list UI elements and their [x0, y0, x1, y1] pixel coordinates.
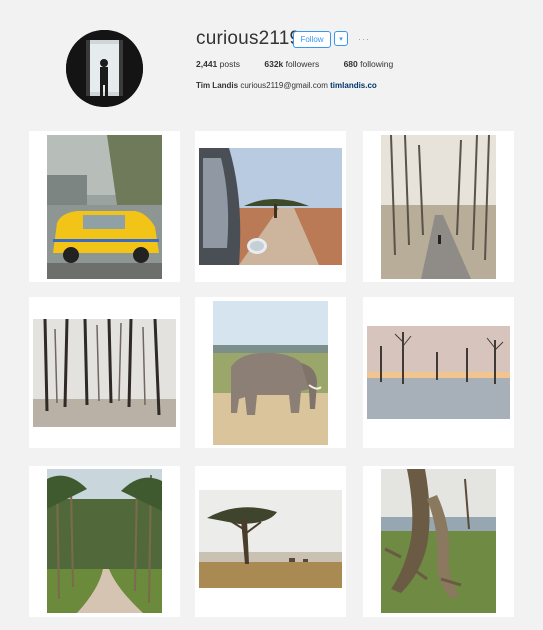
posts-label: posts — [219, 59, 240, 69]
post-photo — [47, 469, 162, 613]
post-tile-5[interactable] — [195, 297, 346, 448]
post-tile-8[interactable] — [195, 466, 346, 617]
post-tile-1[interactable] — [29, 131, 180, 282]
mirror-road-photo-icon — [199, 148, 342, 265]
profile-email: curious2119@gmail.com — [240, 81, 328, 90]
suggested-dropdown-button[interactable]: ▾ — [334, 31, 348, 46]
followers-label: followers — [285, 59, 320, 69]
walker-road-photo-icon — [381, 135, 496, 279]
follow-button[interactable]: Follow — [293, 31, 331, 48]
elephant-photo-icon — [213, 301, 328, 445]
more-options-icon[interactable]: ··· — [356, 32, 372, 46]
followers-stat[interactable]: 632k followers — [264, 59, 319, 69]
profile-bio: Tim Landis curious2119@gmail.com timland… — [196, 81, 377, 90]
followers-count: 632k — [264, 59, 284, 69]
profile-stats: 2,441 posts 632k followers 680 following — [196, 59, 415, 69]
acacia-savanna-photo-icon — [199, 490, 342, 588]
post-photo — [199, 490, 342, 588]
post-tile-7[interactable] — [29, 466, 180, 617]
forest-photo-icon — [33, 319, 176, 427]
following-label: following — [360, 59, 394, 69]
following-stat[interactable]: 680 following — [344, 59, 394, 69]
post-photo — [199, 148, 342, 265]
post-photo — [213, 301, 328, 445]
lake-sunset-photo-icon — [367, 326, 510, 419]
avatar-photo-icon — [66, 30, 143, 107]
post-tile-6[interactable] — [363, 297, 514, 448]
posts-stat: 2,441 posts — [196, 59, 240, 69]
taxi-photo-icon — [47, 135, 162, 279]
profile-website-link[interactable]: timlandis.co — [330, 81, 377, 90]
profile-header: curious2119 Follow ▾ ··· 2,441 posts 632… — [0, 0, 543, 120]
twisted-trunk-photo-icon — [381, 469, 496, 613]
post-photo — [33, 319, 176, 427]
posts-count: 2,441 — [196, 59, 218, 69]
profile-avatar[interactable] — [66, 30, 143, 107]
post-tile-9[interactable] — [363, 466, 514, 617]
post-photo — [47, 135, 162, 279]
profile-full-name: Tim Landis — [196, 81, 239, 90]
post-photo — [381, 135, 496, 279]
post-tile-4[interactable] — [29, 297, 180, 448]
following-count: 680 — [343, 59, 358, 69]
forest-road-photo-icon — [47, 469, 162, 613]
post-photo — [381, 469, 496, 613]
post-photo — [367, 326, 510, 419]
profile-username: curious2119 — [196, 28, 301, 49]
post-tile-2[interactable] — [195, 131, 346, 282]
post-tile-3[interactable] — [363, 131, 514, 282]
